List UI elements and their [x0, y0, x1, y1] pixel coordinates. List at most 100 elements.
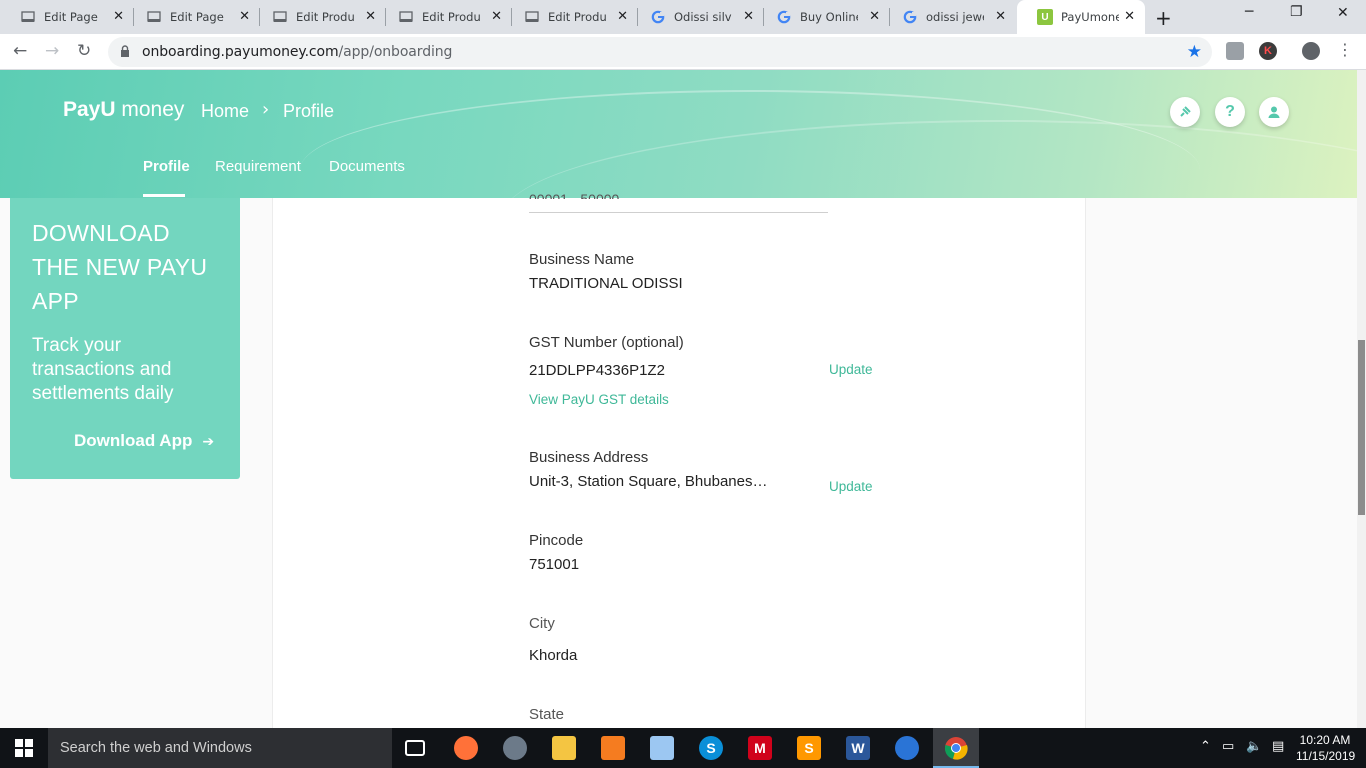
- page-icon: [272, 9, 288, 25]
- payumoney-logo[interactable]: PayU money: [63, 98, 184, 122]
- arrow-right-icon: ➔: [202, 434, 215, 450]
- tab-title: Edit Produc: [296, 10, 354, 24]
- menu-kebab-icon[interactable]: ⋮: [1337, 40, 1353, 59]
- browser-tab-active[interactable]: U PayUmoney ✕: [1017, 0, 1145, 34]
- skype-icon[interactable]: S: [699, 736, 723, 760]
- previous-field-value: 00001 - 50000: [529, 191, 620, 199]
- plugin-icon[interactable]: [1170, 97, 1200, 127]
- file-explorer-icon[interactable]: [552, 736, 576, 760]
- tab-title: Edit Page ‹: [170, 10, 228, 24]
- mcafee-icon[interactable]: M: [748, 736, 772, 760]
- xampp-icon[interactable]: [601, 736, 625, 760]
- browser-tab[interactable]: Edit Produc ✕: [504, 0, 638, 34]
- word-icon[interactable]: W: [846, 736, 870, 760]
- pincode-label: Pincode: [529, 532, 584, 549]
- window-close-icon[interactable]: ✕: [1337, 5, 1349, 21]
- action-center-icon[interactable]: ▤: [1272, 739, 1284, 754]
- volume-icon[interactable]: 🔈: [1246, 739, 1262, 754]
- view-gst-details-link[interactable]: View PayU GST details: [529, 392, 669, 407]
- gst-number-label: GST Number (optional): [529, 334, 684, 351]
- close-icon[interactable]: ✕: [617, 10, 628, 24]
- page-scrollbar-thumb[interactable]: [1358, 340, 1365, 515]
- page-icon: [524, 9, 540, 25]
- user-icon[interactable]: [1259, 97, 1289, 127]
- page-icon: [398, 9, 414, 25]
- google-icon: [776, 9, 792, 25]
- promo-text: Track your transactions and settlements …: [32, 335, 174, 404]
- close-icon[interactable]: ✕: [869, 10, 880, 24]
- browser-tab[interactable]: Edit Produc ✕: [252, 0, 386, 34]
- browser-tab[interactable]: Odissi silver ✕: [630, 0, 764, 34]
- task-view-icon[interactable]: [405, 740, 425, 756]
- bookmark-star-icon[interactable]: ★: [1187, 42, 1202, 62]
- tab-title: Edit Produc: [548, 10, 606, 24]
- close-icon[interactable]: ✕: [995, 10, 1006, 24]
- tab-profile[interactable]: Profile: [143, 158, 190, 175]
- back-icon[interactable]: ←: [13, 41, 27, 61]
- tab-documents[interactable]: Documents: [329, 158, 405, 175]
- windows-start-icon[interactable]: [0, 728, 48, 768]
- payu-icon: U: [1037, 9, 1053, 25]
- browser-tab[interactable]: Edit Page ‹ ✕: [126, 0, 260, 34]
- browser-tab[interactable]: Edit Produc ✕: [378, 0, 512, 34]
- tab-title: Edit Produc: [422, 10, 480, 24]
- network-icon[interactable]: ▭: [1222, 739, 1234, 754]
- chrome-taskbar-button[interactable]: [933, 728, 979, 768]
- lock-icon: [120, 45, 130, 63]
- close-icon[interactable]: ✕: [743, 10, 754, 24]
- sublime-text-icon[interactable]: S: [797, 736, 821, 760]
- browser-tab[interactable]: Buy Online ✕: [756, 0, 890, 34]
- forward-icon[interactable]: →: [45, 41, 59, 61]
- extension-cube-icon[interactable]: [1226, 42, 1244, 60]
- chevron-up-icon[interactable]: ⌃: [1200, 739, 1211, 754]
- tab-requirement[interactable]: Requirement: [215, 158, 301, 175]
- firefox-nightly-icon[interactable]: [895, 736, 919, 760]
- page-icon: [146, 9, 162, 25]
- payu-header: PayU money Home › Profile ? Profile Requ…: [0, 70, 1357, 198]
- new-tab-button[interactable]: +: [1155, 6, 1172, 30]
- city-value: Khorda: [529, 647, 578, 664]
- promo-headline: DOWNLOAD THE NEW PAYU APP: [32, 220, 208, 314]
- restore-icon[interactable]: ❐: [1290, 4, 1303, 20]
- browser-tab[interactable]: Edit Page ‹ ✕: [0, 0, 134, 34]
- google-icon: [650, 9, 666, 25]
- close-icon[interactable]: ✕: [239, 10, 250, 24]
- paint-icon[interactable]: [503, 736, 527, 760]
- chevron-right-icon: ›: [262, 99, 270, 120]
- close-icon[interactable]: ✕: [491, 10, 502, 24]
- close-icon[interactable]: ✕: [1124, 10, 1135, 24]
- browser-tab[interactable]: odissi jewel ✕: [882, 0, 1016, 34]
- minimize-icon[interactable]: ─: [1245, 4, 1253, 20]
- taskbar-clock[interactable]: 10:20 AM 11/15/2019: [1296, 732, 1355, 764]
- extension-k-icon[interactable]: K: [1259, 42, 1277, 60]
- help-icon[interactable]: ?: [1215, 97, 1245, 127]
- business-name-value: TRADITIONAL ODISSI: [529, 275, 683, 292]
- state-label: State: [529, 706, 565, 723]
- breadcrumb-current: Profile: [283, 101, 335, 121]
- box-app-icon[interactable]: [650, 736, 674, 760]
- tab-title: odissi jewel: [926, 10, 984, 24]
- business-address-value: Unit-3, Station Square, Bhubanes…: [529, 473, 768, 490]
- pincode-value: 751001: [529, 556, 580, 573]
- city-label: City: [529, 615, 555, 632]
- url-text: onboarding.payumoney.com/app/onboarding: [142, 44, 453, 60]
- field-divider: [529, 212, 828, 213]
- clock-time: 10:20 AM: [1299, 733, 1351, 747]
- windows-taskbar: Search the web and Windows S M S W ⌃ ▭ 🔈…: [0, 728, 1366, 768]
- close-icon[interactable]: ✕: [365, 10, 376, 24]
- download-app-promo: DOWNLOAD THE NEW PAYU APP Track your tra…: [10, 198, 240, 479]
- download-app-button[interactable]: Download App ➔: [74, 431, 214, 451]
- tab-title: Buy Online: [800, 10, 858, 24]
- google-icon: [902, 9, 918, 25]
- address-bar[interactable]: onboarding.payumoney.com/app/onboarding …: [108, 37, 1212, 67]
- firefox-icon[interactable]: [454, 736, 478, 760]
- close-icon[interactable]: ✕: [113, 10, 124, 24]
- profile-icon[interactable]: [1302, 42, 1320, 60]
- gst-number-value: 21DDLPP4336P1Z2: [529, 362, 665, 379]
- breadcrumb-home[interactable]: Home: [201, 101, 249, 122]
- gst-update-link[interactable]: Update: [829, 362, 873, 377]
- reload-icon[interactable]: ↻: [77, 41, 91, 61]
- business-name-label: Business Name: [529, 251, 635, 268]
- taskbar-search-box[interactable]: Search the web and Windows: [48, 728, 392, 768]
- address-update-link[interactable]: Update: [829, 479, 873, 494]
